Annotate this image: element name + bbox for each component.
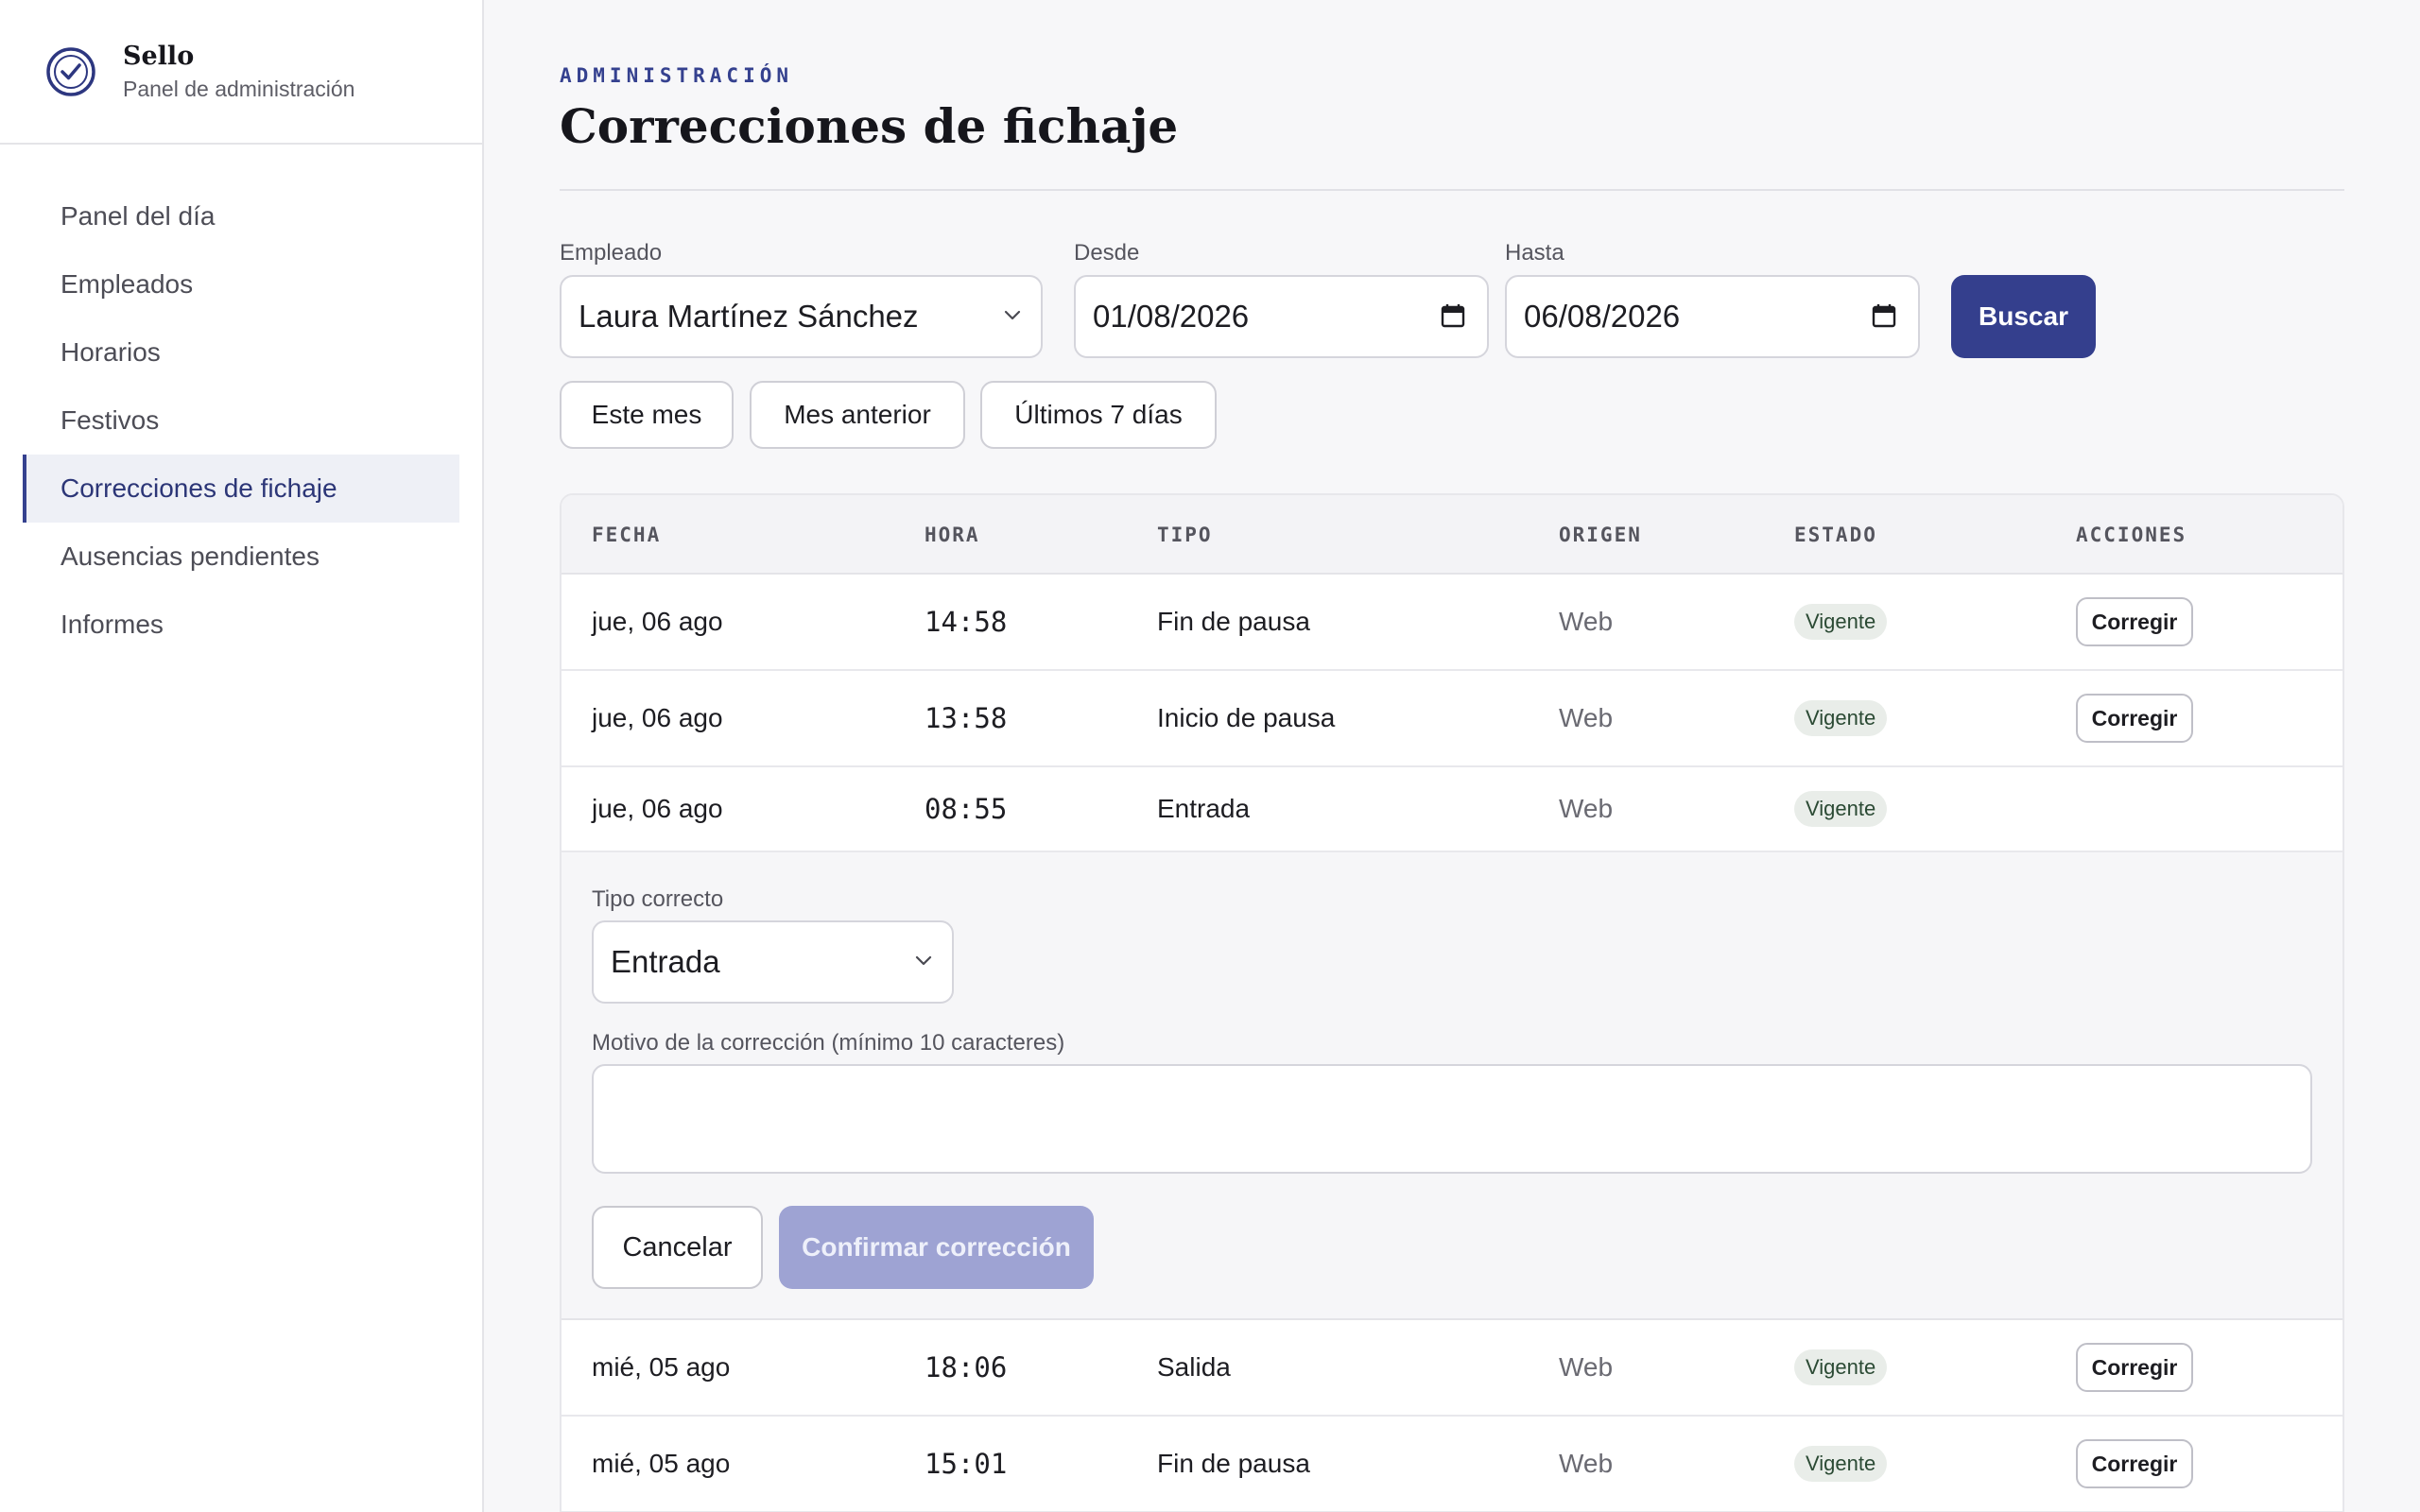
cell-tipo: Fin de pausa — [1157, 1449, 1310, 1478]
correct-type-value: Entrada — [611, 944, 720, 979]
from-date-value: 01/08/2026 — [1093, 299, 1250, 334]
cell-hora: 14:58 — [925, 606, 1008, 638]
cancel-button[interactable]: Cancelar — [592, 1206, 763, 1289]
sidebar-item-informes[interactable]: Informes — [23, 591, 459, 659]
brand-name: Sello — [123, 41, 195, 71]
reason-textarea[interactable] — [592, 1064, 2312, 1174]
sidebar-item-horarios[interactable]: Horarios — [23, 318, 459, 387]
sidebar-item-empleados[interactable]: Empleados — [23, 250, 459, 318]
cell-tipo: Fin de pausa — [1157, 607, 1310, 636]
table-row: jue, 06 ago 08:55 Entrada Web Vigente — [562, 767, 2342, 852]
cell-fecha: mié, 05 ago — [592, 1449, 731, 1478]
table-row: mié, 05 ago 15:01 Fin de pausa Web Vigen… — [562, 1417, 2342, 1512]
employee-label: Empleado — [560, 240, 663, 266]
employee-select-value: Laura Martínez Sánchez — [579, 299, 919, 334]
column-header-fecha: FECHA — [592, 524, 662, 546]
cell-tipo: Inicio de pausa — [1157, 703, 1336, 732]
page-title: Correcciones de fichaje — [560, 98, 1179, 154]
cell-tipo: Salida — [1157, 1352, 1231, 1382]
section-eyebrow: ADMINISTRACIÓN — [560, 64, 794, 87]
brand: Sello Panel de administración — [0, 0, 482, 145]
sidebar-item-festivos[interactable]: Festivos — [23, 387, 459, 455]
correct-type-select[interactable]: Entrada — [592, 920, 954, 1004]
column-header-estado: ESTADO — [1794, 524, 1877, 546]
sidebar-item-panel-del-dia[interactable]: Panel del día — [23, 182, 459, 250]
cell-origen: Web — [1559, 703, 1614, 732]
cell-hora: 08:55 — [925, 793, 1008, 825]
calendar-icon[interactable] — [1440, 302, 1466, 329]
cell-origen: Web — [1559, 1352, 1614, 1382]
punches-table: FECHA HORA TIPO ORIGEN ESTADO ACCIONES j… — [560, 493, 2344, 1512]
cell-origen: Web — [1559, 794, 1614, 823]
chevron-down-icon — [915, 955, 932, 966]
range-last-7-days-button[interactable]: Últimos 7 días — [980, 381, 1217, 449]
search-button[interactable]: Buscar — [1951, 275, 2096, 358]
sidebar-item-ausencias[interactable]: Ausencias pendientes — [23, 523, 459, 591]
sidebar-nav: Panel del día Empleados Horarios Festivo… — [0, 145, 482, 659]
correct-type-label: Tipo correcto — [592, 886, 724, 912]
column-header-tipo: TIPO — [1157, 524, 1213, 546]
cell-hora: 13:58 — [925, 702, 1008, 734]
status-badge: Vigente — [1794, 700, 1888, 736]
calendar-icon[interactable] — [1871, 302, 1897, 329]
correct-button[interactable]: Corregir — [2076, 597, 2193, 646]
to-date-input[interactable]: 06/08/2026 — [1505, 275, 1920, 358]
brand-subtitle: Panel de administración — [123, 76, 355, 101]
correct-button[interactable]: Corregir — [2076, 1439, 2193, 1488]
sidebar: Sello Panel de administración Panel del … — [0, 0, 484, 1512]
correct-button[interactable]: Corregir — [2076, 694, 2193, 743]
to-date-value: 06/08/2026 — [1524, 299, 1681, 334]
table-header: FECHA HORA TIPO ORIGEN ESTADO ACCIONES — [562, 495, 2342, 575]
status-badge: Vigente — [1794, 604, 1888, 640]
from-date-input[interactable]: 01/08/2026 — [1074, 275, 1489, 358]
cell-fecha: jue, 06 ago — [592, 607, 723, 636]
confirm-correction-button[interactable]: Confirmar corrección — [779, 1206, 1094, 1289]
to-label: Hasta — [1505, 240, 1564, 266]
table-row: mié, 05 ago 18:06 Salida Web Vigente Cor… — [562, 1320, 2342, 1417]
range-last-month-button[interactable]: Mes anterior — [750, 381, 965, 449]
cell-hora: 15:01 — [925, 1448, 1008, 1480]
header-divider — [560, 189, 2344, 191]
status-badge: Vigente — [1794, 1349, 1888, 1385]
column-header-hora: HORA — [925, 524, 980, 546]
cell-hora: 18:06 — [925, 1351, 1008, 1383]
cell-origen: Web — [1559, 607, 1614, 636]
chevron-down-icon — [1004, 310, 1021, 320]
status-badge: Vigente — [1794, 791, 1888, 827]
sidebar-item-correcciones[interactable]: Correcciones de fichaje — [23, 455, 459, 523]
correct-button[interactable]: Corregir — [2076, 1343, 2193, 1392]
cell-fecha: mié, 05 ago — [592, 1352, 731, 1382]
status-badge: Vigente — [1794, 1446, 1888, 1482]
cell-fecha: jue, 06 ago — [592, 794, 723, 823]
cell-fecha: jue, 06 ago — [592, 703, 723, 732]
reason-label: Motivo de la corrección (mínimo 10 carac… — [592, 1030, 1065, 1056]
correction-panel: Tipo correcto Entrada Motivo de la corre… — [562, 852, 2342, 1320]
cell-tipo: Entrada — [1157, 794, 1251, 823]
column-header-origen: ORIGEN — [1559, 524, 1642, 546]
range-this-month-button[interactable]: Este mes — [560, 381, 734, 449]
check-badge-icon — [46, 46, 95, 96]
from-label: Desde — [1074, 240, 1140, 266]
cell-origen: Web — [1559, 1449, 1614, 1478]
employee-select[interactable]: Laura Martínez Sánchez — [560, 275, 1043, 358]
column-header-acciones: ACCIONES — [2076, 524, 2187, 546]
table-row: jue, 06 ago 14:58 Fin de pausa Web Vigen… — [562, 575, 2342, 671]
table-row: jue, 06 ago 13:58 Inicio de pausa Web Vi… — [562, 671, 2342, 767]
